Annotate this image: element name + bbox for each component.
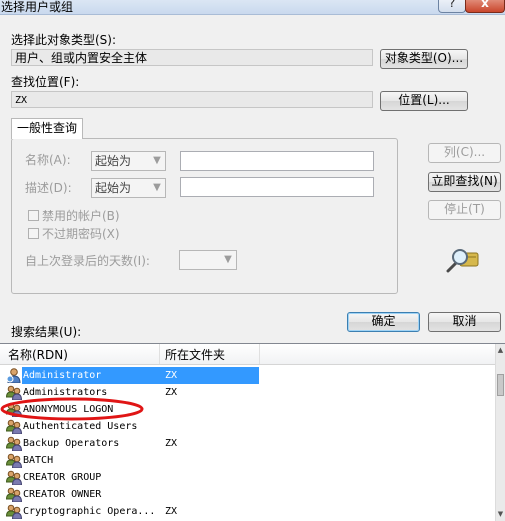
result-folder: ZX [165,438,178,449]
result-folder: ZX [165,506,178,517]
chevron-down-icon: ▼ [153,182,161,193]
non-expiring-password-label: 不过期密码(X) [42,227,120,241]
location-label: 查找位置(F): [11,75,80,89]
name-input[interactable] [180,151,374,171]
object-type-label: 选择此对象类型(S): [11,33,117,47]
locations-button[interactable]: 位置(L)... [380,91,468,111]
description-label: 描述(D): [25,181,72,195]
vertical-scrollbar[interactable]: ▲ ▼ [495,344,505,521]
location-field: ZX [11,91,373,108]
result-row[interactable]: Cryptographic Opera... ZX [0,503,497,520]
result-row[interactable]: CREATOR GROUP [0,469,497,486]
columns-button[interactable]: 列(C)... [428,143,501,163]
result-folder: ZX [165,370,178,381]
cancel-button[interactable]: 取消 [428,312,501,332]
object-types-button[interactable]: 对象类型(O)... [380,49,468,69]
group-icon [5,487,23,503]
search-icon [446,249,479,273]
stop-button[interactable]: 停止(T) [428,200,501,220]
tab-common-queries[interactable]: 一般性查询 [11,118,84,139]
annotation-ellipse [0,397,144,421]
scroll-down-icon[interactable]: ▼ [497,510,504,520]
column-divider[interactable] [159,344,160,364]
scroll-up-icon[interactable]: ▲ [497,346,504,356]
description-mode-select[interactable]: 起始为 ▼ [91,178,166,198]
name-label: 名称(A): [25,153,71,167]
result-name: BATCH [23,455,54,466]
object-type-field: 用户、组或内置安全主体 [11,49,373,66]
title-bar: 选择用户或组 ? x [0,0,505,15]
days-since-logon-label: 自上次登录后的天数(I): [25,254,150,268]
result-row[interactable]: Backup Operators ZX [0,435,497,452]
result-row[interactable]: BATCH [0,452,497,469]
result-row[interactable]: Administrator ZX [0,367,497,384]
description-mode-value: 起始为 [95,181,132,195]
ok-button[interactable]: 确定 [347,312,420,332]
description-input[interactable] [180,177,374,197]
group-icon [5,504,23,520]
user-icon [6,368,22,384]
days-since-logon-select[interactable]: ▼ [179,250,237,270]
name-mode-value: 起始为 [95,154,132,168]
group-icon [5,436,23,452]
chevron-down-icon: ▼ [153,155,161,166]
column-header-name[interactable]: 名称(RDN) [8,346,68,363]
result-name: Backup Operators [23,438,120,449]
group-icon [5,470,23,486]
chevron-down-icon: ▼ [224,254,232,265]
disabled-accounts-label: 禁用的帐户(B) [42,209,120,223]
window-title: 选择用户或组 [1,0,74,14]
name-mode-select[interactable]: 起始为 ▼ [91,151,166,171]
result-name: Cryptographic Opera... [23,506,156,517]
close-button[interactable]: x [465,0,505,13]
results-header: 名称(RDN) 所在文件夹 [0,344,497,365]
result-row[interactable]: CREATOR OWNER [0,486,497,503]
disabled-accounts-checkbox[interactable] [28,210,39,221]
column-header-folder[interactable]: 所在文件夹 [165,346,225,363]
result-name: Administrator [23,370,102,381]
group-icon [5,453,23,469]
column-divider[interactable] [259,344,260,364]
results-list[interactable]: 名称(RDN) 所在文件夹 Administrator ZX Administrat… [0,343,505,521]
result-folder: ZX [165,387,178,398]
scroll-thumb[interactable] [497,374,504,396]
find-now-button[interactable]: 立即查找(N) [428,172,501,192]
help-button[interactable]: ? [438,0,466,13]
search-results-label: 搜索结果(U): [11,325,82,339]
result-name: CREATOR GROUP [23,472,102,483]
non-expiring-password-checkbox[interactable] [28,228,39,239]
result-name: CREATOR OWNER [23,489,102,500]
